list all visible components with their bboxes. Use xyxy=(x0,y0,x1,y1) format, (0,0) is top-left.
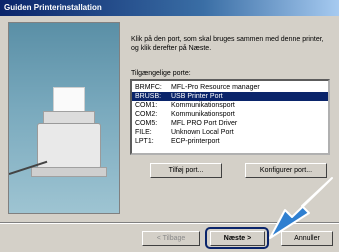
arrow-icon xyxy=(269,177,333,239)
dialog-window: Guiden Printerinstallation Klik på den p… xyxy=(0,0,339,252)
